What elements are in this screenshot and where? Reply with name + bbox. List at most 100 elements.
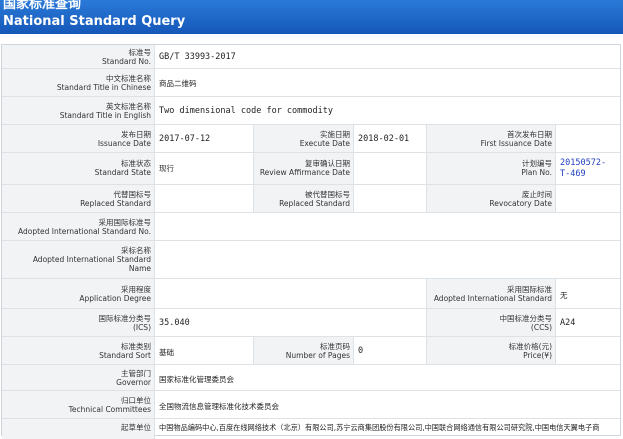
row-adopted-no: 采用国际标准号 Adopted International Standard N… <box>2 213 620 241</box>
issuance-date-text: 2017-07-12 <box>159 134 211 144</box>
row-adopted-name: 采标名称 Adopted International Standard Name <box>2 241 620 279</box>
governor-text: 国家标准化管理委员会 <box>159 375 234 384</box>
standard-no-label-en: Standard No. <box>102 57 151 66</box>
review-label: 复审确认日期 Review Affirmance Date <box>253 153 354 184</box>
pages-value: 0 <box>354 337 426 364</box>
price-label-en: Price(¥) <box>523 351 552 360</box>
title-cn-label: 中文标准名称 Standard Title in Chinese <box>2 69 155 96</box>
revocatory-label-en: Revocatory Date <box>489 199 552 208</box>
title-en-label-en: Standard Title in English <box>59 111 151 120</box>
ccs-label: 中国标准分类号 (CCS) <box>426 309 556 336</box>
header-title-en: National Standard Query <box>3 14 186 29</box>
replaced-by-label-en: Replaced Standard <box>279 199 350 208</box>
governor-value: 国家标准化管理委员会 <box>155 365 620 390</box>
row-dates: 发布日期 Issuance Date 2017-07-12 实施日期 Execu… <box>2 125 620 153</box>
adopted-no-label-en: Adopted International Standard No. <box>17 227 151 236</box>
row-replaced: 代替国标号 Replaced Standard 被代替国标号 Replaced … <box>2 185 620 213</box>
execute-date-label-en: Execute Date <box>299 139 350 148</box>
row-state: 标准状态 Standard State 现行 复审确认日期 Review Aff… <box>2 153 620 185</box>
price-label-cn: 标准价格(元) <box>508 342 552 351</box>
plan-label: 计划编号 Plan No. <box>426 153 556 184</box>
execute-date-value: 2018-02-01 <box>354 125 426 152</box>
pages-label-en: Number of Pages <box>285 351 350 360</box>
committee-value: 全国物流信息管理标准化技术委员会 <box>155 391 620 418</box>
standard-detail-table: 标准号 Standard No. GB/T 33993-2017 中文标准名称 … <box>1 44 621 439</box>
row-governor: 主管部门 Governor 国家标准化管理委员会 <box>2 365 620 391</box>
review-value <box>354 153 426 184</box>
plan-label-en: Plan No. <box>521 168 552 177</box>
adopted-no-label-cn: 采用国际标准号 <box>98 218 152 227</box>
issuance-date-label-cn: 发布日期 <box>121 130 151 139</box>
row-committees: 归口单位 Technical Committees 全国物流信息管理标准化技术委… <box>2 391 620 419</box>
first-issuance-label-cn: 首次发布日期 <box>507 130 552 139</box>
row-title-cn: 中文标准名称 Standard Title in Chinese 商品二维码 <box>2 69 620 97</box>
app-degree-label: 采用程度 Application Degree <box>2 279 155 308</box>
revocatory-value <box>556 185 620 212</box>
ccs-value: A24 <box>556 309 620 336</box>
title-en-value: Two dimensional code for commodity <box>155 97 620 124</box>
replaced-std-label-cn: 代替国标号 <box>113 190 152 199</box>
review-label-cn: 复审确认日期 <box>305 159 350 168</box>
ics-label-cn: 国际标准分类号 <box>98 314 152 323</box>
app-degree-label-cn: 采用程度 <box>121 285 151 294</box>
title-cn-value: 商品二维码 <box>155 69 620 96</box>
adopted-intl-value: 无 <box>556 279 620 308</box>
sort-label: 标准类别 Standard Sort <box>2 337 155 364</box>
title-cn-label-en: Standard Title in Chinese <box>56 83 151 92</box>
adopted-name-value <box>155 241 620 278</box>
state-label: 标准状态 Standard State <box>2 153 155 184</box>
adopted-intl-text: 无 <box>560 291 568 300</box>
review-label-en: Review Affirmance Date <box>259 168 350 177</box>
sort-value: 基础 <box>155 337 253 364</box>
page-header: 国家标准查询 National Standard Query <box>0 0 623 34</box>
plan-label-cn: 计划编号 <box>522 159 552 168</box>
adopted-no-value <box>155 213 620 240</box>
adopted-intl-label-en: Adopted International Standard <box>433 294 552 303</box>
replaced-by-label: 被代替国标号 Replaced Standard <box>253 185 354 212</box>
title-cn-label-cn: 中文标准名称 <box>106 74 151 83</box>
plan-value[interactable]: 20150572- T-469 <box>556 153 620 184</box>
title-en-text: Two dimensional code for commodity <box>159 106 333 116</box>
committee-text: 全国物流信息管理标准化技术委员会 <box>159 402 279 411</box>
standard-no-text: GB/T 33993-2017 <box>159 52 236 62</box>
standard-no-label-cn: 标准号 <box>128 48 152 57</box>
replaced-std-label-en: Replaced Standard <box>80 199 151 208</box>
drafter-label-cn: 起草单位 <box>121 423 151 432</box>
pages-label-cn: 标准页码 <box>320 342 350 351</box>
plan-no-link-line2[interactable]: T-469 <box>560 169 586 179</box>
execute-date-label-cn: 实施日期 <box>320 130 350 139</box>
first-issuance-label-en: First Issuance Date <box>480 139 552 148</box>
pages-label: 标准页码 Number of Pages <box>253 337 354 364</box>
state-text: 现行 <box>159 164 174 173</box>
first-issuance-value <box>556 125 620 152</box>
drafter-label: 起草单位 <box>2 419 155 439</box>
pages-text: 0 <box>358 346 364 356</box>
row-classification: 国际标准分类号 (ICS) 35.040 中国标准分类号 (CCS) A24 <box>2 309 620 337</box>
row-standard-no: 标准号 Standard No. GB/T 33993-2017 <box>2 45 620 69</box>
adopted-intl-label: 采用国际标准 Adopted International Standard <box>426 279 556 308</box>
adopted-name-label: 采标名称 Adopted International Standard Name <box>2 241 155 278</box>
row-drafter: 起草单位 中国物品编码中心,百度在线网络技术（北京）有限公司,苏宁云商集团股份有… <box>2 419 620 439</box>
app-degree-value <box>155 279 426 308</box>
standard-no-value: GB/T 33993-2017 <box>155 45 620 68</box>
adopted-no-label: 采用国际标准号 Adopted International Standard N… <box>2 213 155 240</box>
governor-label-en: Governor <box>116 378 151 387</box>
issuance-date-label-en: Issuance Date <box>97 139 151 148</box>
plan-no-link-line1[interactable]: 20150572- <box>560 158 606 168</box>
replaced-by-value <box>354 185 426 212</box>
execute-date-label: 实施日期 Execute Date <box>253 125 354 152</box>
first-issuance-label: 首次发布日期 First Issuance Date <box>426 125 556 152</box>
revocatory-label: 废止时间 Revocatory Date <box>426 185 556 212</box>
replaced-by-label-cn: 被代替国标号 <box>305 190 350 199</box>
issuance-date-value: 2017-07-12 <box>155 125 253 152</box>
row-title-en: 英文标准名称 Standard Title in English Two dim… <box>2 97 620 125</box>
price-label: 标准价格(元) Price(¥) <box>426 337 556 364</box>
row-sort: 标准类别 Standard Sort 基础 标准页码 Number of Pag… <box>2 337 620 365</box>
drafter-value: 中国物品编码中心,百度在线网络技术（北京）有限公司,苏宁云商集团股份有限公司,中… <box>155 419 620 439</box>
committee-label: 归口单位 Technical Committees <box>2 391 155 418</box>
ics-label-en: (ICS) <box>132 323 151 332</box>
replaced-std-label: 代替国标号 Replaced Standard <box>2 185 155 212</box>
ics-label: 国际标准分类号 (ICS) <box>2 309 155 336</box>
ccs-label-en: (CCS) <box>530 323 552 332</box>
title-cn-text: 商品二维码 <box>159 79 197 88</box>
